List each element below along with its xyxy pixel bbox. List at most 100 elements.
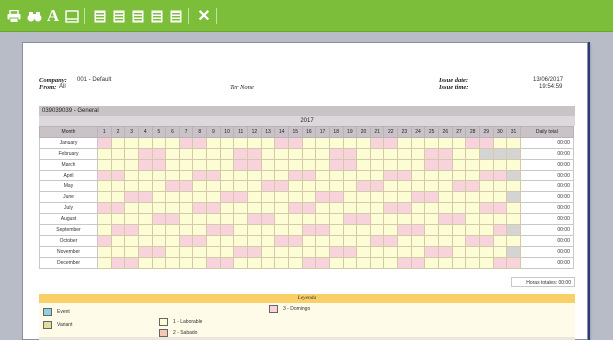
day-cell[interactable] [438,147,453,160]
day-cell[interactable] [137,245,153,258]
day-cell[interactable] [219,256,235,269]
day-cell[interactable] [369,245,385,258]
day-cell[interactable] [492,213,508,226]
day-cell[interactable] [369,234,385,247]
day-cell[interactable] [506,158,521,171]
day-cell[interactable] [451,158,467,171]
day-cell[interactable] [165,234,180,247]
day-cell[interactable] [219,136,235,149]
day-cell[interactable] [438,180,453,193]
day-cell[interactable] [410,213,426,226]
day-cell[interactable] [383,158,399,171]
day-cell[interactable] [151,169,167,182]
day-cell[interactable] [451,147,467,160]
day-cell[interactable] [97,147,112,160]
day-cell[interactable] [151,213,167,226]
day-cell[interactable] [110,234,126,247]
day-cell[interactable] [192,136,208,149]
day-cell[interactable] [178,202,194,215]
day-cell[interactable] [165,136,180,149]
binoculars-icon[interactable] [25,7,43,25]
day-cell[interactable] [260,169,276,182]
page-icon[interactable] [63,7,81,25]
day-cell[interactable] [124,180,139,193]
day-cell[interactable] [438,224,453,236]
day-cell[interactable] [301,256,317,269]
day-cell[interactable] [110,180,126,193]
day-cell[interactable] [328,245,344,258]
day-cell[interactable] [110,158,126,171]
day-cell[interactable] [478,169,494,182]
day-cell[interactable] [274,136,289,149]
day-cell[interactable] [397,147,412,160]
day-cell[interactable] [124,169,139,182]
day-cell[interactable] [383,180,399,193]
day-cell[interactable] [247,234,262,247]
day-cell[interactable] [206,202,221,215]
day-cell[interactable] [178,213,194,226]
day-cell[interactable] [110,169,126,182]
day-cell[interactable] [165,147,180,160]
day-cell[interactable] [438,213,453,226]
day-cell[interactable] [301,213,317,226]
day-cell[interactable] [165,180,180,193]
day-cell[interactable] [124,191,139,204]
day-cell[interactable] [301,136,317,149]
day-cell[interactable] [369,224,385,236]
day-cell[interactable] [397,136,412,149]
day-cell[interactable] [97,158,112,171]
day-cell[interactable] [301,191,317,204]
day-cell[interactable] [438,234,453,247]
day-cell[interactable] [465,136,480,149]
day-cell[interactable] [492,180,508,193]
day-cell[interactable] [410,180,426,193]
day-cell[interactable] [356,234,371,247]
day-cell[interactable] [124,158,139,171]
day-cell[interactable] [137,224,153,236]
day-cell[interactable] [192,158,208,171]
day-cell[interactable] [301,245,317,258]
day-cell[interactable] [465,256,480,269]
day-cell[interactable] [151,234,167,247]
day-cell[interactable] [151,191,167,204]
day-cell[interactable] [247,158,262,171]
day-cell[interactable] [124,234,139,247]
day-cell[interactable] [478,191,494,204]
day-cell[interactable] [274,180,289,193]
day-cell[interactable] [287,169,303,182]
day-cell[interactable] [301,147,317,160]
day-cell[interactable] [274,234,289,247]
export-word-icon[interactable] [129,7,147,25]
day-cell[interactable] [451,234,467,247]
day-cell[interactable] [424,202,440,215]
day-cell[interactable] [137,213,153,226]
day-cell[interactable] [465,191,480,204]
day-cell[interactable] [219,213,235,226]
day-cell[interactable] [124,224,139,236]
day-cell[interactable] [424,191,440,204]
day-cell[interactable] [383,234,399,247]
day-cell[interactable] [397,234,412,247]
day-cell[interactable] [274,158,289,171]
day-cell[interactable] [233,180,249,193]
day-cell[interactable] [506,136,521,149]
day-cell[interactable] [478,147,494,160]
day-cell[interactable] [315,136,330,149]
day-cell[interactable] [465,245,480,258]
day-cell[interactable] [137,147,153,160]
day-cell[interactable] [410,158,426,171]
day-cell[interactable] [247,169,262,182]
day-cell[interactable] [165,202,180,215]
day-cell[interactable] [247,191,262,204]
day-cell[interactable] [260,191,276,204]
day-cell[interactable] [247,245,262,258]
day-cell[interactable] [206,191,221,204]
day-cell[interactable] [301,158,317,171]
day-cell[interactable] [206,213,221,226]
day-cell[interactable] [410,245,426,258]
day-cell[interactable] [260,158,276,171]
day-cell[interactable] [178,136,194,149]
day-cell[interactable] [356,224,371,236]
day-cell[interactable] [492,136,508,149]
day-cell[interactable] [506,213,521,226]
